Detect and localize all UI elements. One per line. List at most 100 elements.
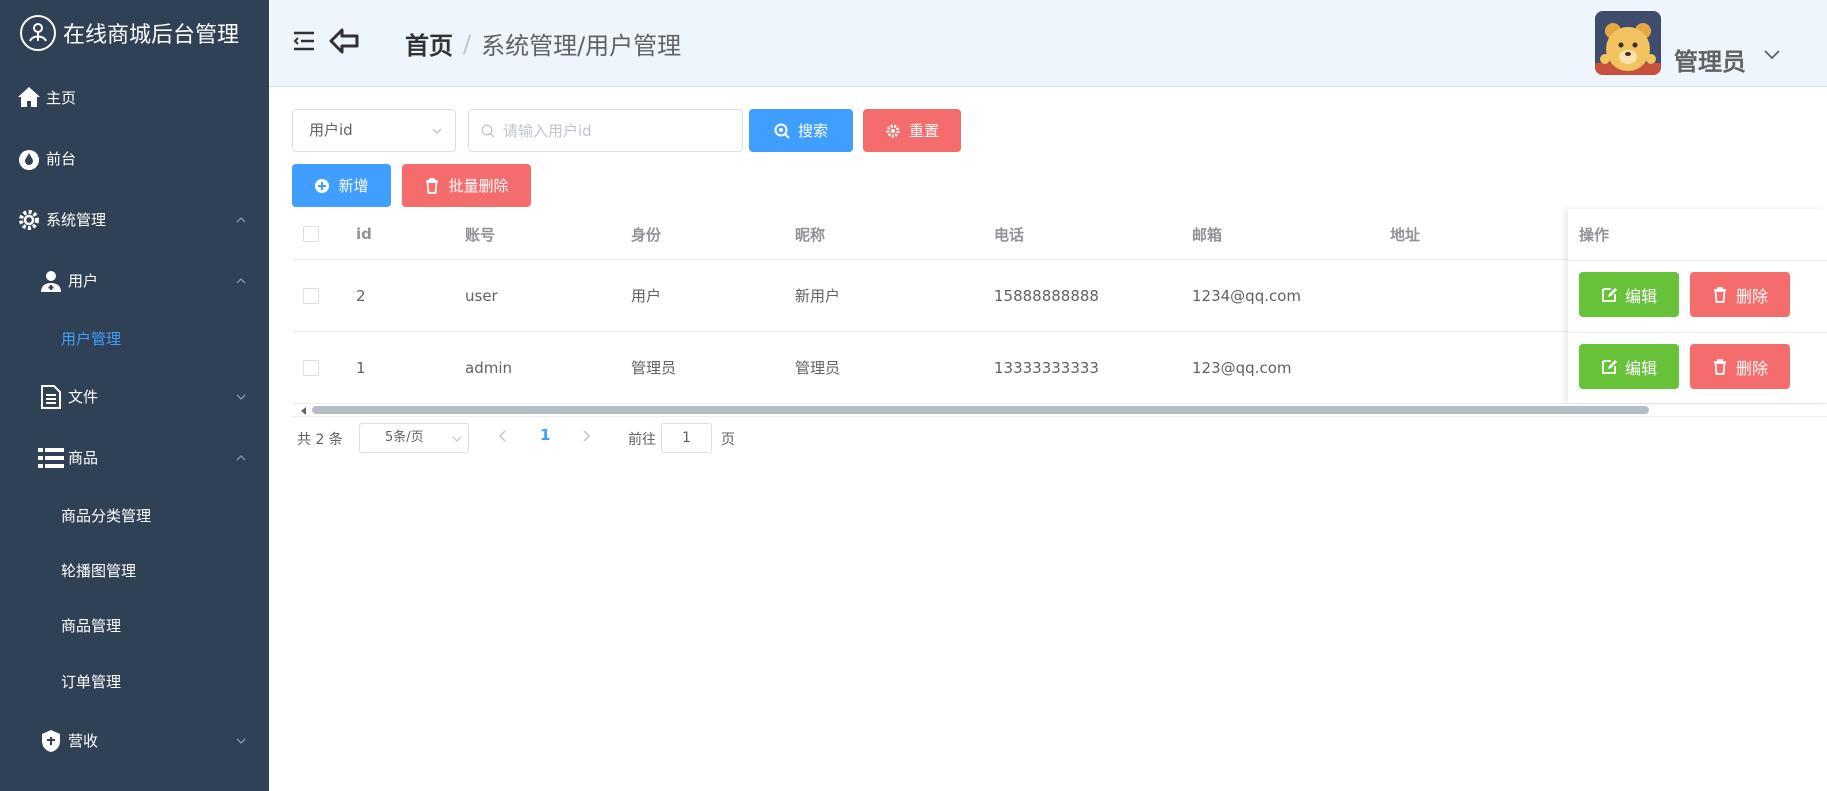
search-input[interactable]: [503, 121, 733, 140]
page-number[interactable]: 1: [540, 426, 550, 444]
col-header-phone: 电话: [994, 225, 1025, 244]
pagination-total: 共 2 条: [297, 432, 343, 448]
trash-icon: [1712, 286, 1728, 303]
delete-button[interactable]: 删除: [1690, 272, 1790, 317]
prev-page-icon[interactable]: [496, 429, 510, 443]
reset-button[interactable]: 重置: [863, 109, 961, 152]
col-header-ops: 操作: [1579, 226, 1610, 244]
edit-button[interactable]: 编辑: [1579, 272, 1679, 317]
col-header-account: 账号: [465, 225, 496, 244]
edit-button-label: 编辑: [1624, 358, 1657, 378]
cell-role: 用户: [631, 287, 662, 305]
menu-collapse-icon[interactable]: [293, 30, 315, 52]
page-jump-input[interactable]: 1: [661, 423, 712, 453]
sidebar-item-order-management[interactable]: 订单管理: [0, 653, 269, 710]
edit-button[interactable]: 编辑: [1579, 344, 1679, 389]
operation-column: 操作 编辑 删除 编辑 删除: [1568, 209, 1827, 403]
breadcrumb: 首页 / 系统管理/用户管理: [405, 26, 681, 61]
sidebar-item-label: 用户: [68, 272, 99, 290]
scroll-thumb[interactable]: [312, 406, 1649, 414]
gear-icon: [16, 207, 42, 233]
sidebar-item-label: 系统管理: [46, 211, 107, 229]
delete-button[interactable]: 删除: [1690, 344, 1790, 389]
sidebar-item-system[interactable]: 系统管理: [0, 189, 269, 250]
page-size-value: 5条/页: [385, 430, 424, 445]
sidebar-item-label: 文件: [68, 388, 99, 406]
sidebar-item-label: 轮播图管理: [61, 562, 137, 580]
username[interactable]: 管理员: [1674, 42, 1746, 77]
search-icon: [481, 124, 495, 137]
sidebar-item-carousel-management[interactable]: 轮播图管理: [0, 543, 269, 598]
breadcrumb-home[interactable]: 首页: [405, 26, 453, 61]
add-button-label: 新增: [338, 177, 369, 195]
main-content: 用户id 搜索 重置 新增 批量删除 id 账号 身份 昵称 电话 邮箱 地址: [269, 87, 1827, 791]
chevron-down-icon: [236, 394, 246, 400]
col-header-id: id: [356, 225, 372, 243]
sidebar-item-label: 营收: [68, 732, 99, 750]
gear-icon: [885, 123, 901, 139]
sidebar-item-file[interactable]: 文件: [0, 366, 269, 427]
breadcrumb-current: 系统管理/用户管理: [481, 32, 682, 60]
sidebar-item-label: 主页: [46, 88, 77, 107]
delete-button-label: 删除: [1735, 358, 1768, 378]
page-suffix: 页: [721, 432, 735, 448]
sidebar-item-revenue[interactable]: 营收: [0, 710, 269, 771]
add-button[interactable]: 新增: [292, 164, 391, 207]
cell-role: 管理员: [631, 359, 677, 377]
sidebar-item-home[interactable]: 主页: [0, 66, 269, 128]
list-icon: [38, 445, 64, 471]
search-field-select[interactable]: 用户id: [292, 109, 456, 152]
cell-id: 1: [356, 358, 366, 377]
next-page-icon[interactable]: [579, 429, 593, 443]
back-arrow-icon[interactable]: [329, 28, 359, 54]
cell-nickname: 新用户: [795, 287, 841, 305]
sidebar-item-user-management[interactable]: 用户管理: [0, 311, 269, 366]
select-all-checkbox[interactable]: [303, 226, 319, 242]
batch-delete-button[interactable]: 批量删除: [402, 164, 531, 207]
chevron-up-icon: [236, 454, 246, 460]
sidebar-item-label: 商品: [68, 449, 99, 467]
chevron-up-icon: [236, 216, 246, 222]
sidebar-item-category-management[interactable]: 商品分类管理: [0, 488, 269, 543]
avatar[interactable]: [1595, 11, 1661, 75]
header: 首页 / 系统管理/用户管理 管理员: [269, 0, 1827, 87]
cell-email: 123@qq.com: [1192, 358, 1292, 377]
document-icon: [38, 384, 64, 410]
row-checkbox[interactable]: [303, 287, 319, 304]
scroll-left-icon[interactable]: [301, 407, 306, 415]
chevron-down-icon[interactable]: [1763, 48, 1781, 62]
row-checkbox[interactable]: [303, 359, 319, 376]
cell-phone: 15888888888: [994, 286, 1099, 305]
page-size-select[interactable]: 5条/页: [359, 423, 469, 453]
cell-account: user: [465, 286, 498, 305]
reset-button-label: 重置: [908, 122, 939, 140]
sidebar-item-goods-management[interactable]: 商品管理: [0, 598, 269, 653]
breadcrumb-separator: /: [463, 29, 472, 58]
col-header-role: 身份: [631, 225, 662, 244]
delete-button-label: 删除: [1735, 286, 1768, 306]
sidebar-item-label: 商品管理: [61, 617, 122, 635]
user-table: id 账号 身份 昵称 电话 邮箱 地址 2 user 用户 新用户 15888…: [292, 209, 1827, 404]
cell-nickname: 管理员: [795, 359, 841, 377]
divider: [292, 416, 1827, 417]
badge-icon: [38, 728, 64, 754]
chevron-up-icon: [236, 277, 246, 283]
drop-icon: [16, 146, 42, 172]
horizontal-scrollbar[interactable]: [292, 403, 1827, 415]
brand: 在线商城后台管理: [0, 0, 269, 66]
goto-label: 前往: [628, 432, 656, 448]
sidebar: 在线商城后台管理 主页 前台 系统管理 用户 用户管理 文件 商品 商品分类管理…: [0, 0, 269, 791]
logo-icon: [20, 15, 56, 51]
divider: [1568, 332, 1827, 333]
search-button[interactable]: 搜索: [749, 109, 853, 152]
user-plus-icon: [38, 268, 64, 294]
sidebar-item-goods[interactable]: 商品: [0, 427, 269, 488]
chevron-down-icon: [452, 436, 462, 442]
sidebar-item-label: 订单管理: [61, 673, 122, 691]
col-header-nickname: 昵称: [795, 225, 826, 244]
plus-circle-icon: [314, 178, 330, 194]
sidebar-item-frontend[interactable]: 前台: [0, 128, 269, 189]
sidebar-item-user[interactable]: 用户: [0, 250, 269, 311]
home-icon: [16, 84, 42, 110]
col-header-email: 邮箱: [1192, 225, 1223, 244]
